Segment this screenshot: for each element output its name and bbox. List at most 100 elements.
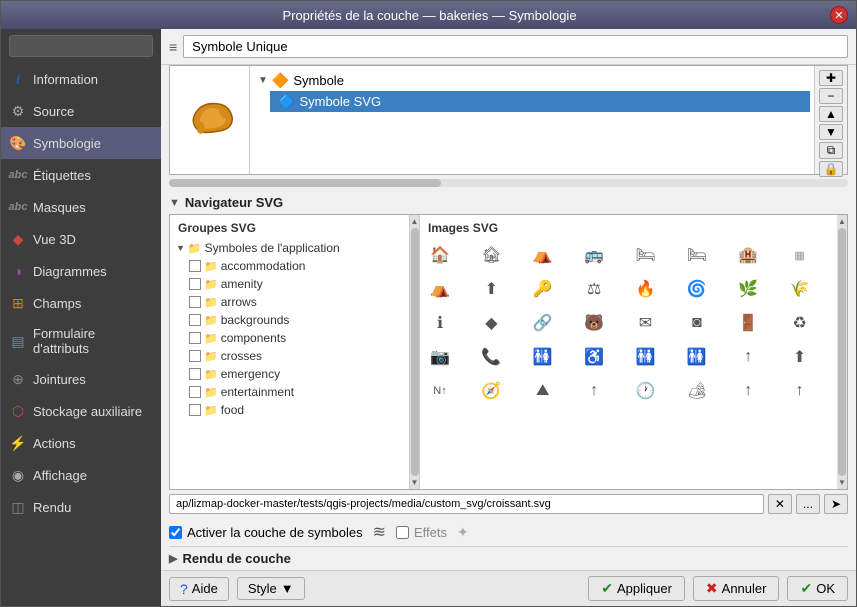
images-title: Images SVG <box>424 219 833 239</box>
svg-navigator-header: ▼ Navigateur SVG <box>169 191 848 214</box>
group-label-crosses: crosses <box>221 349 262 363</box>
group-arrow-app: ▼ <box>176 243 185 253</box>
right-panel: ≡ Symbole Unique <box>161 29 856 606</box>
sidebar: i Information ⚙ Source 🎨 Symbologie abc … <box>1 29 161 606</box>
sidebar-item-etiquettes[interactable]: abc Étiquettes <box>1 159 161 191</box>
apply-path-button[interactable]: ➤ <box>824 494 848 514</box>
group-label-app: Symboles de l'application <box>205 241 340 255</box>
group-row-components[interactable]: 📁 components <box>174 329 405 347</box>
sidebar-label-affichage: Affichage <box>33 468 87 483</box>
group-row-emergency[interactable]: 📁 emergency <box>174 365 405 383</box>
folder-icon-components: 📁 <box>204 332 218 345</box>
svg-browser: Groupes SVG ▼ 📁 Symboles de l'applicatio… <box>169 214 848 490</box>
symbole-unique-dropdown[interactable]: Symbole Unique <box>183 35 848 58</box>
sidebar-item-rendu[interactable]: ◫ Rendu <box>1 491 161 523</box>
ok-button[interactable]: ✔ OK <box>787 576 848 601</box>
images-scroll-down[interactable]: ▼ <box>838 478 846 487</box>
activate-checkbox[interactable] <box>169 526 182 539</box>
search-input[interactable] <box>9 35 153 57</box>
clear-path-button[interactable]: ✕ <box>768 494 792 514</box>
group-row-crosses[interactable]: 📁 crosses <box>174 347 405 365</box>
activate-bar: Activer la couche de symboles ≋ Effets ✦ <box>169 520 848 544</box>
sidebar-item-stockage[interactable]: ⬡ Stockage auxiliaire <box>1 395 161 427</box>
browse-path-button[interactable]: ... <box>796 494 820 514</box>
sidebar-item-champs[interactable]: ⊞ Champs <box>1 287 161 319</box>
apply-button[interactable]: ✔ Appliquer <box>588 576 685 601</box>
add-layer-button[interactable]: ✚ <box>819 70 843 86</box>
activate-text: Activer la couche de symboles <box>187 525 363 540</box>
sidebar-item-jointures[interactable]: ⊕ Jointures <box>1 363 161 395</box>
sidebar-label-diagrammes: Diagrammes <box>33 264 107 279</box>
help-button[interactable]: ? Aide <box>169 577 229 601</box>
close-button[interactable]: ✕ <box>830 6 848 24</box>
activate-label[interactable]: Activer la couche de symboles <box>169 525 363 540</box>
images-panel: Images SVG 🏠 🏚 ⛺ 🚌 🛏 🛏 🏨 ▦ <box>420 215 837 489</box>
group-row-entertainment[interactable]: 📁 entertainment <box>174 383 405 401</box>
group-label-entertainment: entertainment <box>221 385 294 399</box>
titlebar: Propriétés de la couche — bakeries — Sym… <box>1 1 856 29</box>
group-row-amenity[interactable]: 📁 amenity <box>174 275 405 293</box>
group-label-emergency: emergency <box>221 367 280 381</box>
symbologie-icon: 🎨 <box>9 134 27 152</box>
cancel-button[interactable]: ✖ Annuler <box>693 576 780 601</box>
group-row-backgrounds[interactable]: 📁 backgrounds <box>174 311 405 329</box>
bottom-bar: ? Aide Style ▼ ✔ Appliquer ✖ Annuler ✔ <box>161 570 856 606</box>
group-label-arrows: arrows <box>221 295 257 309</box>
top-bar: ≡ Symbole Unique <box>161 29 856 65</box>
group-row-food[interactable]: 📁 food <box>174 401 405 419</box>
remove-layer-button[interactable]: − <box>819 88 843 104</box>
group-row-arrows[interactable]: 📁 arrows <box>174 293 405 311</box>
tree-side-buttons: ✚ − ▲ ▼ ⧉ 🔒 <box>814 66 847 174</box>
sidebar-item-source[interactable]: ⚙ Source <box>1 95 161 127</box>
tree-row-symbole-svg[interactable]: 🔷 Symbole SVG <box>270 91 810 112</box>
sidebar-label-actions: Actions <box>33 436 76 451</box>
move-up-button[interactable]: ▲ <box>819 106 843 122</box>
copy-button[interactable]: ⧉ <box>819 142 843 159</box>
group-checkbox-food <box>189 404 201 416</box>
jointures-icon: ⊕ <box>9 370 27 388</box>
effects-label[interactable]: Effets <box>396 525 447 540</box>
tree-row-symbole[interactable]: ▼ 🔶 Symbole <box>254 70 810 91</box>
groups-scroll-up[interactable]: ▲ <box>411 217 419 226</box>
effects-icon[interactable]: ✦ <box>457 524 469 541</box>
sidebar-item-vue3d[interactable]: ◆ Vue 3D <box>1 223 161 255</box>
help-label: Aide <box>192 581 218 596</box>
apply-label: Appliquer <box>617 581 672 596</box>
group-checkbox-backgrounds <box>189 314 201 326</box>
svg-images-grid: 🏠 🏚 ⛺ 🚌 🛏 🛏 🏨 ▦ ⛺ ⬆ 🔑 ⚖ <box>424 239 833 407</box>
cancel-label: Annuler <box>722 581 767 596</box>
style-button[interactable]: Style ▼ <box>237 577 305 600</box>
folder-icon-emergency: 📁 <box>204 368 218 381</box>
images-scroll-up[interactable]: ▲ <box>838 217 846 226</box>
group-row-accommodation[interactable]: 📁 accommodation <box>174 257 405 275</box>
sidebar-label-symbologie: Symbologie <box>33 136 101 151</box>
groups-scroll-thumb[interactable] <box>411 228 419 476</box>
sidebar-item-symbologie[interactable]: 🎨 Symbologie <box>1 127 161 159</box>
groups-scroll-down[interactable]: ▼ <box>411 478 419 487</box>
search-box <box>1 29 161 63</box>
images-scroll-thumb[interactable] <box>838 228 846 476</box>
activate-icon[interactable]: ≋ <box>373 522 386 542</box>
tree-scrollbar-thumb[interactable] <box>169 179 441 187</box>
svg-navigator-collapse-arrow[interactable]: ▼ <box>169 197 180 209</box>
group-row-app-symbols[interactable]: ▼ 📁 Symboles de l'application <box>174 239 405 257</box>
sidebar-item-masques[interactable]: abc Masques <box>1 191 161 223</box>
sidebar-item-affichage[interactable]: ◉ Affichage <box>1 459 161 491</box>
lock-button[interactable]: 🔒 <box>819 161 843 177</box>
svg-navigator: ▼ Navigateur SVG Groupes SVG ▼ 📁 Symbole… <box>161 191 856 490</box>
sidebar-item-actions[interactable]: ⚡ Actions <box>1 427 161 459</box>
tree-label-symbole-svg: Symbole SVG <box>299 94 381 109</box>
symbol-tree: ▼ 🔶 Symbole 🔷 Symbole SVG <box>250 66 814 174</box>
folder-icon-accommodation: 📁 <box>204 260 218 273</box>
rendu-collapse-arrow[interactable]: ▶ <box>169 552 177 565</box>
move-down-button[interactable]: ▼ <box>819 124 843 140</box>
sidebar-item-diagrammes[interactable]: ◑ Diagrammes <box>1 255 161 287</box>
svg-path-input[interactable] <box>169 494 764 514</box>
apply-icon: ✔ <box>601 580 613 597</box>
effects-checkbox[interactable] <box>396 526 409 539</box>
sidebar-label-formulaire: Formulaire d'attributs <box>33 326 153 356</box>
sidebar-item-formulaire[interactable]: ▤ Formulaire d'attributs <box>1 319 161 363</box>
sidebar-item-information[interactable]: i Information <box>1 63 161 95</box>
symbol-preview <box>170 66 250 174</box>
actions-icon: ⚡ <box>9 434 27 452</box>
